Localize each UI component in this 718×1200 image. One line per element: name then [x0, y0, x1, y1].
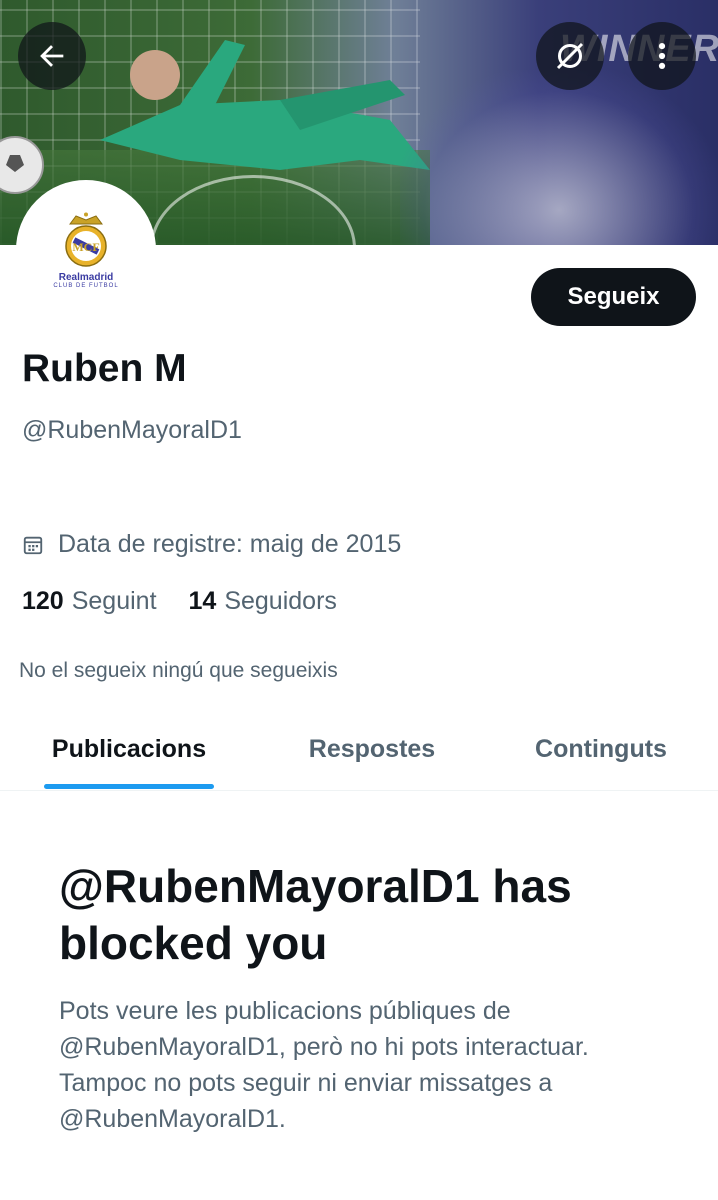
tab-media[interactable]: Continguts — [508, 708, 694, 790]
arrow-left-icon — [40, 45, 64, 67]
join-date-text: Data de registre: maig de 2015 — [58, 530, 402, 558]
blocked-description-line: Tampoc no pots seguir ni enviar missatge… — [59, 1069, 553, 1097]
banner-football — [0, 136, 44, 194]
blocked-title: @RubenMayoralD1 has blocked you — [59, 860, 572, 969]
blocked-description-line: @RubenMayoralD1. — [59, 1105, 286, 1133]
following-count: 120 — [22, 587, 64, 615]
profile-handle: @RubenMayoralD1 — [22, 416, 242, 444]
svg-text:MCF: MCF — [72, 240, 99, 254]
following-link[interactable]: 120 Seguint — [22, 587, 157, 616]
following-label: Seguint — [71, 587, 157, 615]
avatar-logo-text: Realmadrid — [58, 271, 114, 283]
followers-link[interactable]: 14 Seguidors — [189, 587, 337, 616]
more-options-button[interactable] — [628, 22, 696, 90]
slashed-circle-icon — [556, 42, 584, 70]
join-date: Data de registre: maig de 2015 — [22, 530, 401, 559]
mutual-followers-text: No el segueix ningú que segueixis — [19, 659, 338, 682]
back-button[interactable] — [18, 22, 86, 90]
follow-stats: 120 Seguint 14 Seguidors — [22, 587, 369, 616]
avatar[interactable]: MCF Realmadrid CLUB DE FUTBOL — [16, 180, 156, 320]
followers-label: Seguidors — [224, 587, 337, 615]
tab-replies[interactable]: Respostes — [270, 708, 474, 790]
profile-tabs: Publicacions Respostes Continguts — [0, 708, 718, 791]
slashed-circle-button[interactable] — [536, 22, 604, 90]
profile-name: Ruben M — [22, 347, 187, 390]
blocked-description: Pots veure les publicacions públiques de… — [59, 993, 679, 1137]
calendar-icon — [23, 536, 43, 554]
active-tab-indicator — [44, 784, 214, 789]
banner-celebration-image — [400, 70, 718, 245]
more-vertical-icon — [658, 42, 666, 70]
real-madrid-crest-icon: MCF — [65, 212, 107, 267]
blocked-description-line: Pots veure les publicacions públiques de — [59, 997, 511, 1025]
banner-goalkeeper-image — [100, 40, 430, 170]
followers-count: 14 — [188, 587, 217, 615]
follow-button[interactable]: Segueix — [531, 268, 696, 326]
avatar-logo-subtext: CLUB DE FUTBOL — [53, 282, 119, 289]
tab-posts[interactable]: Publicacions — [30, 708, 228, 790]
blocked-description-line: @RubenMayoralD1, però no hi pots interac… — [59, 1033, 589, 1061]
